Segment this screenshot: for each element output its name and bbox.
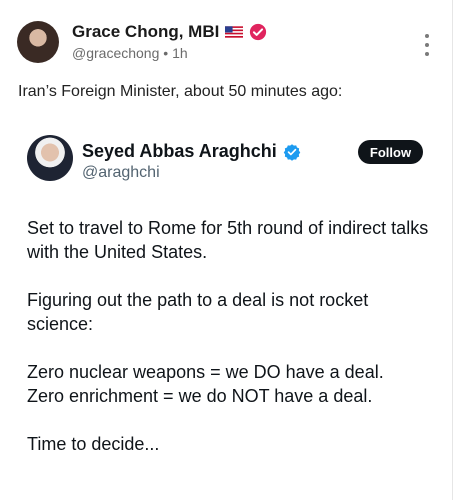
more-options-icon[interactable] (421, 34, 433, 56)
author-handle[interactable]: @gracechong (72, 45, 159, 61)
author-name[interactable]: Grace Chong, MBI (72, 22, 219, 42)
post-card: Grace Chong, MBI @gracechong • 1h Iran’s… (0, 0, 453, 500)
post-text: Iran’s Foreign Minister, about 50 minute… (18, 83, 343, 100)
embedded-tweet-text: Set to travel to Rome for 5th round of i… (27, 216, 437, 480)
verified-badge-icon (283, 143, 300, 161)
embedded-author-row: Seyed Abbas Araghchi (82, 141, 301, 162)
embedded-author-avatar (27, 135, 73, 181)
tweet-paragraph: Time to decide... (27, 434, 160, 454)
tweet-paragraph: Set to travel to Rome for 5th round of i… (27, 218, 429, 262)
follow-button: Follow (358, 140, 423, 164)
author-meta: @gracechong • 1h (72, 45, 188, 61)
author-avatar[interactable] (17, 21, 59, 63)
meta-separator: • (163, 45, 173, 61)
author-row: Grace Chong, MBI (72, 22, 267, 42)
tweet-line: Zero enrichment = we do NOT have a deal. (27, 386, 373, 406)
embedded-author-name: Seyed Abbas Araghchi (82, 141, 277, 161)
post-time: 1h (172, 45, 188, 61)
us-flag-icon (225, 26, 244, 38)
embedded-tweet-screenshot: Seyed Abbas Araghchi @araghchi Follow Se… (10, 115, 446, 500)
tweet-line: Zero nuclear weapons = we DO have a deal… (27, 362, 384, 382)
embedded-author-handle: @araghchi (82, 164, 160, 181)
tweet-paragraph: Figuring out the path to a deal is not r… (27, 290, 369, 334)
verified-badge-icon (250, 23, 267, 41)
